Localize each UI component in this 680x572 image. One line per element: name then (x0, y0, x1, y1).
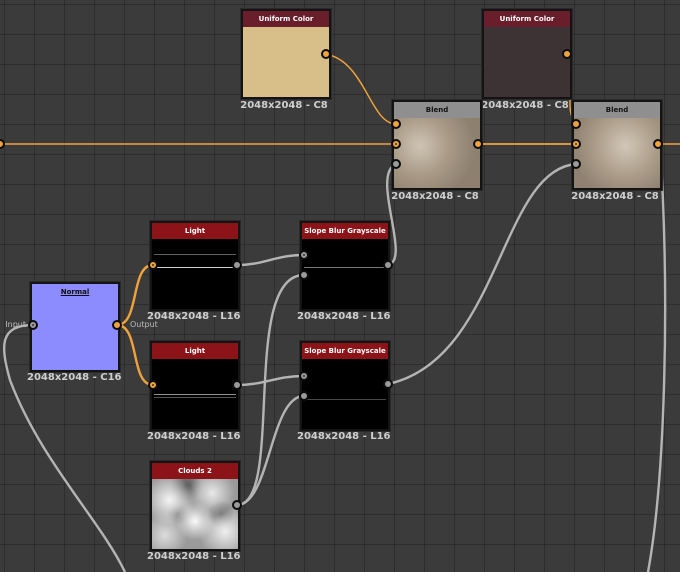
node-normal[interactable]: Normal (30, 282, 120, 372)
background-input-port[interactable] (571, 139, 581, 149)
node-clouds-2[interactable]: Clouds 2 (150, 461, 240, 551)
left-edge-output-port[interactable] (0, 139, 5, 149)
node-preview (302, 239, 388, 309)
node-title: Clouds 2 (152, 463, 238, 479)
node-resolution-label: 2048x2048 - C8 (391, 191, 479, 202)
preview-streak (154, 394, 236, 395)
node-light-1[interactable]: Light (150, 221, 240, 311)
node-resolution-label: 2048x2048 - C8 (481, 100, 569, 111)
node-preview (243, 27, 329, 97)
wire-light1-to-slope1 (236, 253, 305, 267)
output-port[interactable] (383, 260, 393, 270)
preview-streak (154, 397, 236, 398)
node-blend-1[interactable]: Blend (392, 100, 482, 190)
opacity-input-port[interactable] (391, 159, 401, 169)
node-resolution-label: 2048x2048 - C8 (240, 100, 328, 111)
wire-clouds-to-slope1 (236, 273, 305, 507)
node-preview (152, 359, 238, 429)
node-blend-2[interactable]: Blend (572, 100, 662, 190)
wire-light2-to-slope2 (236, 374, 305, 387)
background-input-port[interactable] (391, 139, 401, 149)
node-title: Uniform Color (243, 11, 329, 27)
source-input-port[interactable] (299, 250, 309, 260)
opacity-input-port[interactable] (571, 159, 581, 169)
output-port[interactable] (562, 49, 572, 59)
node-resolution-label: 2048x2048 - L16 (297, 431, 391, 442)
node-slope-blur-grayscale-2[interactable]: Slope Blur Grayscale (300, 341, 390, 431)
node-title: Normal (60, 288, 90, 296)
output-port[interactable] (232, 500, 242, 510)
wire-normal-to-light2 (116, 323, 154, 387)
node-preview (152, 479, 238, 549)
wire-right-edge (646, 143, 667, 572)
node-preview (574, 118, 660, 188)
node-light-2[interactable]: Light (150, 341, 240, 431)
node-resolution-label: 2048x2048 - C16 (27, 372, 122, 383)
foreground-input-port[interactable] (391, 119, 401, 129)
output-port[interactable] (383, 379, 393, 389)
node-resolution-label: 2048x2048 - L16 (147, 311, 241, 322)
node-preview (152, 239, 238, 309)
output-port[interactable] (473, 139, 483, 149)
node-title: Slope Blur Grayscale (302, 223, 388, 239)
slope-input-port[interactable] (299, 270, 309, 280)
input-port[interactable] (148, 260, 158, 270)
node-resolution-label: 2048x2048 - L16 (147, 551, 241, 562)
input-port-label: Input (5, 320, 26, 329)
node-title: Slope Blur Grayscale (302, 343, 388, 359)
preview-streak (154, 267, 236, 268)
wire-clouds-to-slope2 (236, 394, 305, 507)
wire-uniform1-to-blend1 (324, 53, 397, 125)
output-port[interactable] (321, 49, 331, 59)
input-port[interactable] (148, 380, 158, 390)
node-title: Blend (394, 102, 480, 118)
node-title: Light (152, 343, 238, 359)
node-preview (302, 359, 388, 429)
node-resolution-label: 2048x2048 - C8 (571, 191, 659, 202)
node-resolution-label: 2048x2048 - L16 (147, 431, 241, 442)
node-preview (32, 300, 118, 370)
foreground-input-port[interactable] (571, 119, 581, 129)
output-port[interactable] (112, 320, 122, 330)
node-uniform-color-1[interactable]: Uniform Color (241, 9, 331, 99)
node-preview (484, 27, 570, 97)
node-resolution-label: 2048x2048 - L16 (297, 311, 391, 322)
input-port[interactable] (28, 320, 38, 330)
node-title: Light (152, 223, 238, 239)
preview-streak (304, 267, 386, 268)
output-port[interactable] (232, 260, 242, 270)
preview-streak (154, 254, 236, 255)
node-uniform-color-2[interactable]: Uniform Color (482, 9, 572, 99)
node-slope-blur-grayscale-1[interactable]: Slope Blur Grayscale (300, 221, 390, 311)
output-port[interactable] (232, 380, 242, 390)
preview-streak (304, 399, 386, 400)
source-input-port[interactable] (299, 371, 309, 381)
slope-input-port[interactable] (299, 391, 309, 401)
node-title: Blend (574, 102, 660, 118)
node-title: Uniform Color (484, 11, 570, 27)
node-preview (394, 118, 480, 188)
output-port[interactable] (653, 139, 663, 149)
